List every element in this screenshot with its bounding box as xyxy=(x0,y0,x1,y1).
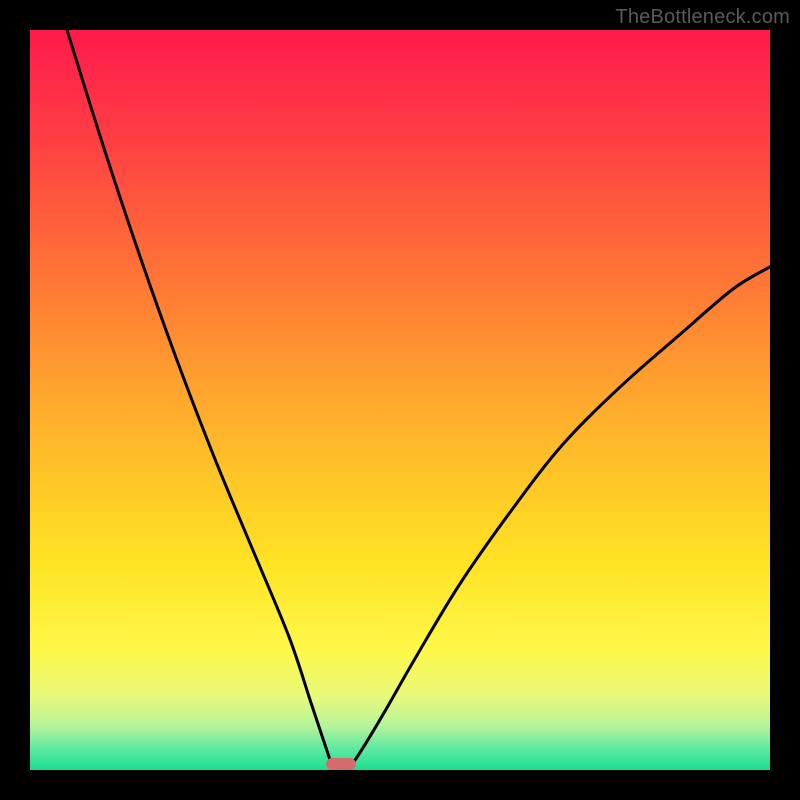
left-curve-path xyxy=(67,30,333,770)
plot-area xyxy=(30,30,770,770)
bottleneck-marker xyxy=(326,758,356,770)
bottleneck-curves xyxy=(30,30,770,770)
chart-stage: TheBottleneck.com xyxy=(0,0,800,800)
watermark-text: TheBottleneck.com xyxy=(615,6,790,29)
right-curve-path xyxy=(348,267,770,770)
